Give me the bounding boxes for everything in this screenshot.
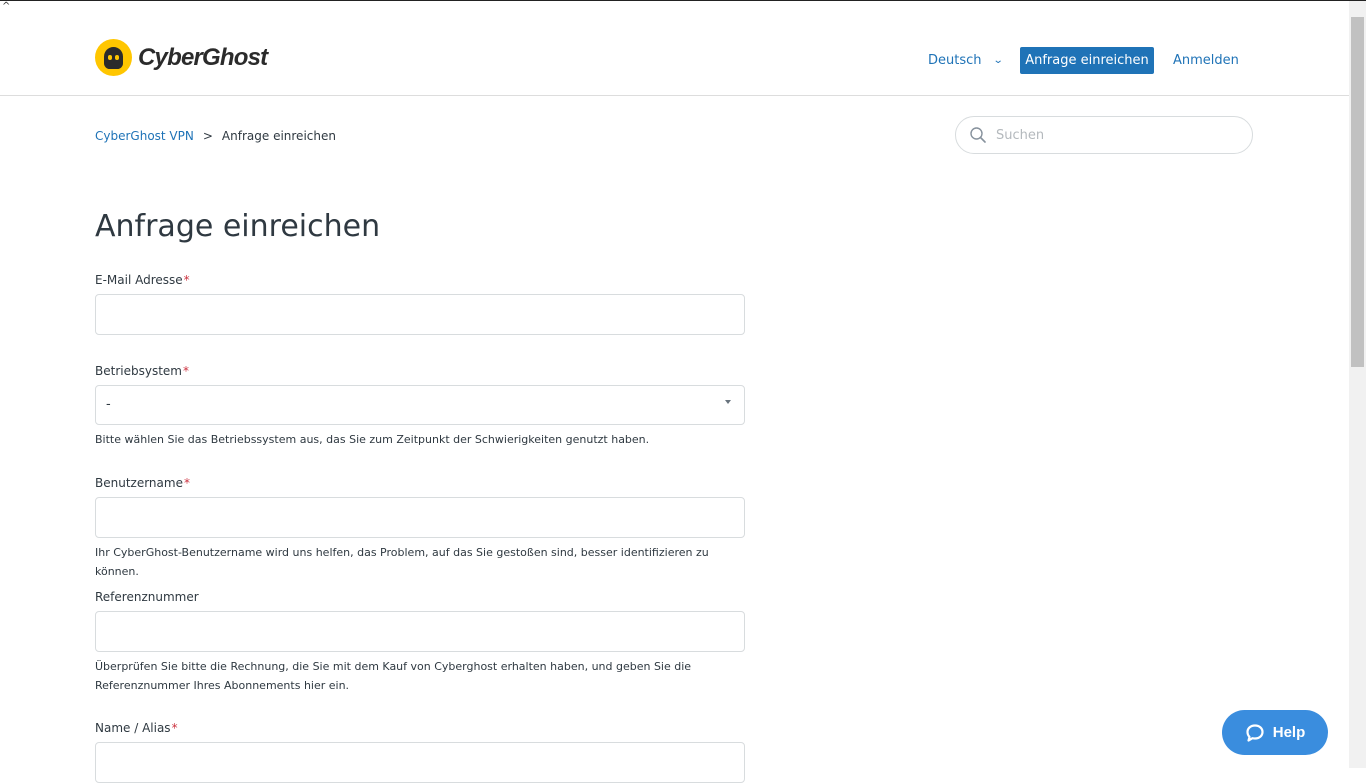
name-label: Name / Alias* <box>95 721 178 735</box>
page-scrollbar[interactable] <box>1349 1 1366 768</box>
search-box[interactable] <box>955 116 1253 154</box>
required-marker: * <box>183 476 190 490</box>
reference-field[interactable] <box>95 611 745 652</box>
os-select[interactable]: - <box>95 385 745 425</box>
sign-in-link[interactable]: Anmelden <box>1173 53 1239 68</box>
required-marker: * <box>171 721 178 735</box>
required-marker: * <box>183 273 190 287</box>
required-marker: * <box>182 364 189 378</box>
breadcrumb: CyberGhost VPN > Anfrage einreichen <box>95 129 336 143</box>
breadcrumb-home-link[interactable]: CyberGhost VPN <box>95 129 194 143</box>
search-input[interactable] <box>996 125 1236 145</box>
email-field[interactable] <box>95 294 745 335</box>
language-label: Deutsch <box>928 53 982 68</box>
site-header: CyberGhost Deutsch ⌄ Anfrage einreichen … <box>0 1 1349 96</box>
help-label: Help <box>1272 724 1306 741</box>
os-hint: Bitte wählen Sie das Betriebssystem aus,… <box>95 433 650 446</box>
username-field[interactable] <box>95 497 745 538</box>
name-field[interactable] <box>95 742 745 783</box>
submit-request-button[interactable]: Anfrage einreichen <box>1020 47 1154 74</box>
dropdown-arrow-icon <box>725 400 731 404</box>
reference-hint: Überprüfen Sie bitte die Rechnung, die S… <box>95 660 692 692</box>
brand-name: CyberGhost <box>138 43 268 71</box>
search-icon <box>970 127 986 143</box>
os-selected-value: - <box>106 397 111 412</box>
os-label: Betriebsystem* <box>95 364 189 378</box>
page-title: Anfrage einreichen <box>95 209 381 244</box>
language-selector[interactable]: Deutsch ⌄ <box>928 53 1004 68</box>
username-label: Benutzername* <box>95 476 190 490</box>
help-button[interactable]: Help <box>1222 710 1328 755</box>
email-label: E-Mail Adresse* <box>95 273 190 287</box>
scrollbar-thumb[interactable] <box>1351 17 1364 367</box>
username-hint: Ihr CyberGhost-Benutzername wird uns hel… <box>95 546 709 578</box>
breadcrumb-current: Anfrage einreichen <box>221 129 336 143</box>
breadcrumb-separator: > <box>202 129 213 143</box>
reference-label: Referenznummer <box>95 590 199 604</box>
chevron-down-icon: ⌄ <box>992 55 1004 66</box>
ghost-logo-icon <box>95 39 132 76</box>
chat-bubble-icon <box>1246 723 1264 742</box>
brand-logo[interactable]: CyberGhost <box>95 39 268 76</box>
